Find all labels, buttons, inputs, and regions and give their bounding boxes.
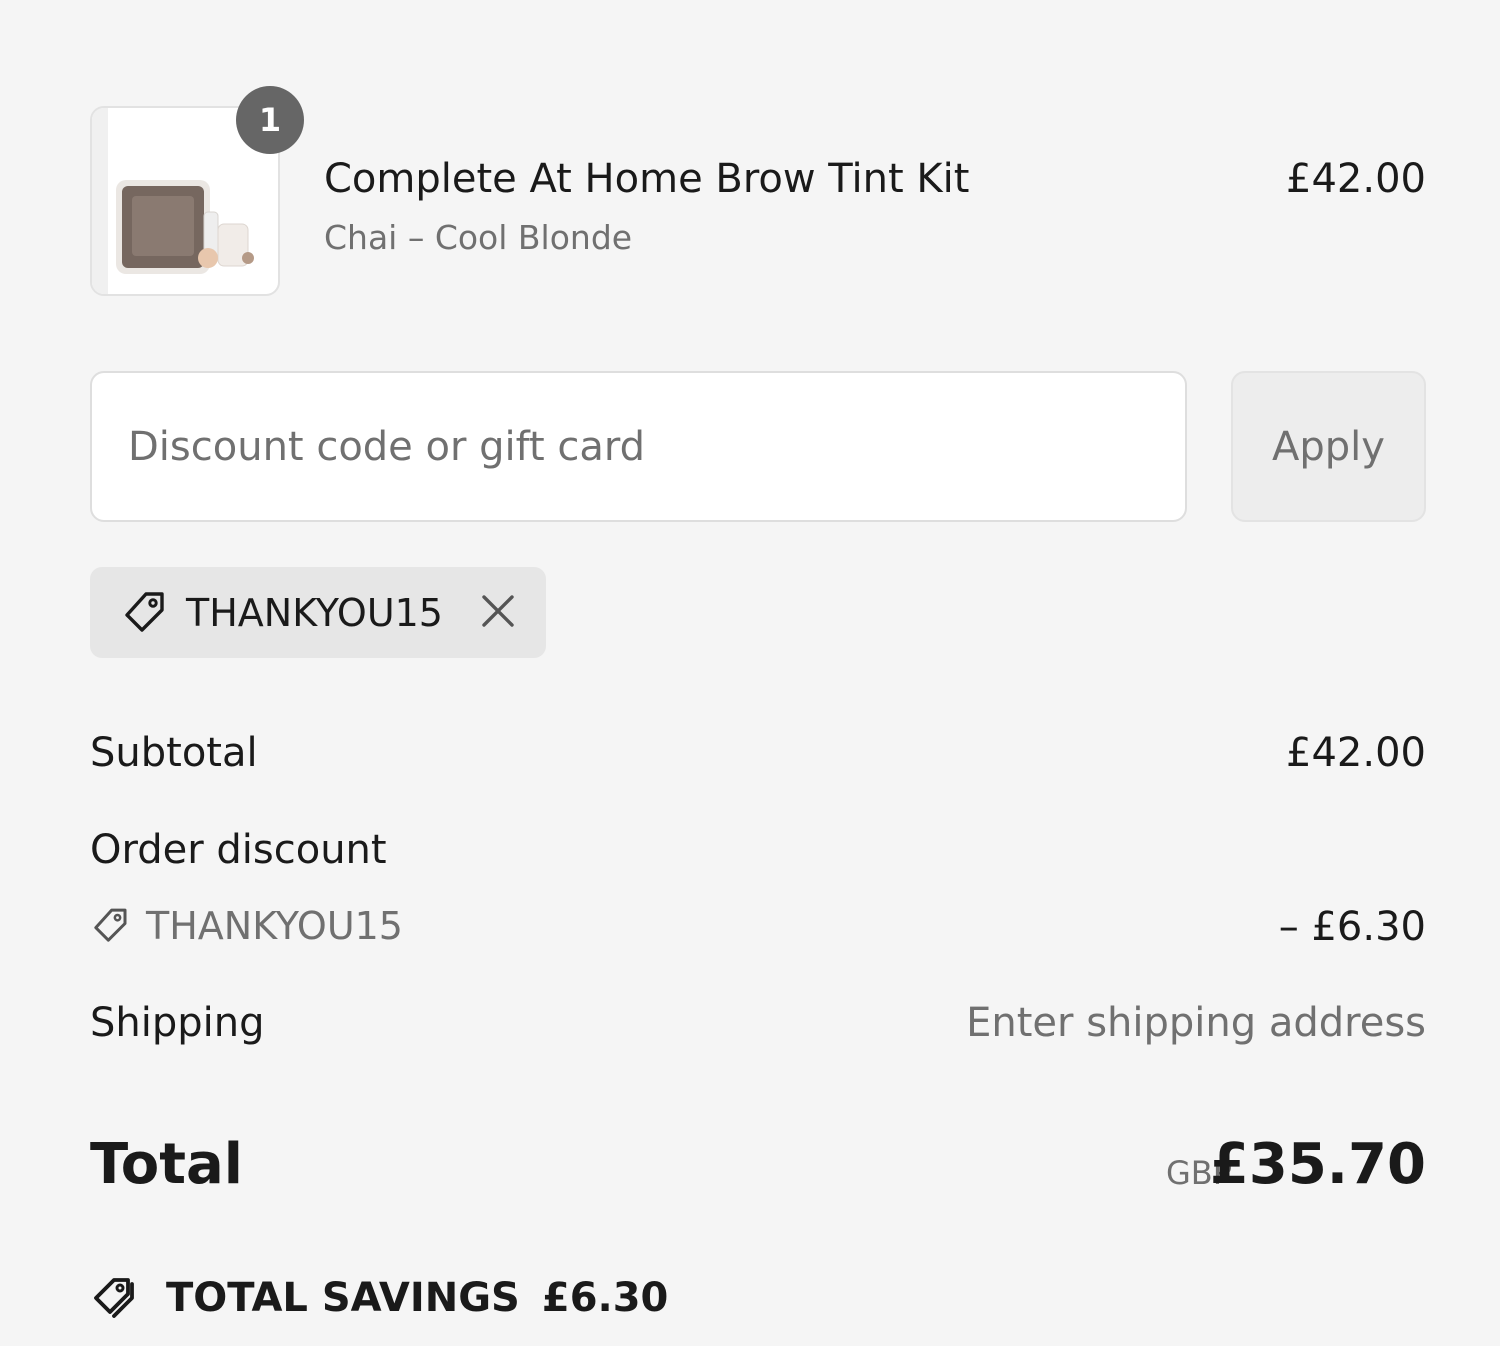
total-value: £35.70 — [1209, 1132, 1426, 1197]
order-discount-code: THANKYOU15 — [146, 904, 403, 948]
total-savings-label: TOTAL SAVINGS — [166, 1275, 520, 1321]
product-title: Complete At Home Brow Tint Kit — [324, 156, 970, 202]
total-label: Total — [90, 1132, 243, 1197]
subtotal-value: £42.00 — [1286, 730, 1426, 776]
savings-tag-icon — [90, 1274, 142, 1322]
shipping-value: Enter shipping address — [966, 1000, 1426, 1046]
product-variant: Chai – Cool Blonde — [324, 218, 633, 257]
shipping-label: Shipping — [90, 1000, 265, 1046]
total-savings: TOTAL SAVINGS £6.30 — [90, 1274, 668, 1322]
tag-icon — [120, 589, 168, 637]
subtotal-label: Subtotal — [90, 730, 258, 776]
apply-button[interactable]: Apply — [1231, 371, 1426, 522]
applied-discount-chip: THANKYOU15 — [90, 567, 546, 658]
line-item: 1 Complete At Home Brow Tint Kit Chai – … — [90, 86, 1426, 298]
quantity-badge: 1 — [236, 86, 304, 154]
order-discount-code-row: THANKYOU15 — [90, 904, 403, 948]
product-image-edge — [92, 108, 108, 294]
discount-code-input[interactable] — [90, 371, 1187, 522]
order-discount-value: – £6.30 — [1278, 904, 1426, 950]
close-icon — [482, 595, 514, 627]
remove-discount-button[interactable] — [478, 591, 518, 631]
applied-discount-code: THANKYOU15 — [186, 590, 443, 635]
product-price: £42.00 — [1286, 156, 1426, 202]
order-discount-label: Order discount — [90, 827, 387, 873]
tag-icon — [90, 906, 130, 946]
total-savings-amount: £6.30 — [541, 1275, 669, 1321]
